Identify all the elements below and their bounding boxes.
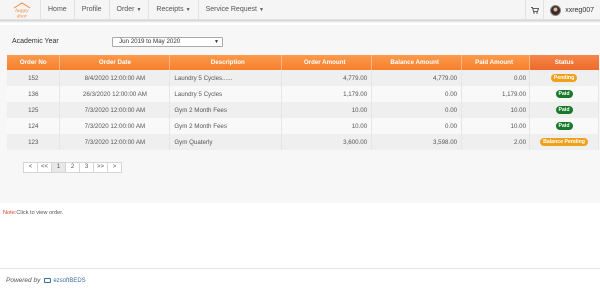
cell-desc: Gym Quaterly (169, 134, 283, 150)
cell-amount: 10.00 (281, 118, 373, 134)
cell-date: 26/3/2020 12:00:00 AM (59, 86, 171, 102)
cell-balance: 3,598.00 (371, 134, 463, 150)
cell-status: Paid (529, 86, 599, 102)
cell-status: Paid (529, 118, 599, 134)
cell-amount: 1,179.00 (281, 86, 373, 102)
page-button[interactable]: 3 (79, 162, 95, 173)
username: xxreg007 (565, 6, 594, 14)
nav-item-home[interactable]: Home (40, 0, 74, 20)
footer-divider (0, 268, 600, 269)
caret-down-icon: ▼ (258, 7, 264, 13)
status-badge: Balance Pending (540, 138, 588, 146)
page-button[interactable]: > (107, 162, 123, 173)
cell-no: 152 (7, 70, 61, 86)
nav-item-receipts[interactable]: Receipts ▼ (148, 0, 197, 20)
cell-paid: 10.00 (461, 118, 531, 134)
nav-item-order[interactable]: Order ▼ (108, 0, 149, 20)
table-row[interactable]: 152 8/4/2020 12:00:00 AM Laundry 5 Cycles.… (7, 70, 599, 86)
cart-icon[interactable] (525, 0, 543, 20)
top-navbar: happy door Home Profile Order ▼ Receipts ▼ Ser… (0, 0, 600, 20)
cell-paid: 1,179.00 (461, 86, 531, 102)
cell-balance: 4,779.00 (371, 70, 463, 86)
navbar-shadow (0, 20, 600, 23)
brand-line2: door (17, 14, 28, 19)
table-header-row: Order No Order Date Description Order Amoun… (7, 55, 599, 70)
nav-item-label: Home (48, 6, 67, 13)
brand-logo[interactable]: happy door (8, 2, 36, 20)
status-badge: Paid (555, 122, 573, 130)
footer-logo[interactable]: ezsoftBEDS (44, 277, 86, 284)
page-button[interactable]: 2 (65, 162, 81, 173)
page-button[interactable]: << (37, 162, 53, 173)
column-header[interactable]: Order Date (59, 55, 171, 70)
note-prefix: Note: (3, 210, 17, 216)
cell-amount: 3,600.00 (281, 134, 373, 150)
table-row[interactable]: 136 26/3/2020 12:00:00 AM Laundry 5 Cycles… (7, 86, 599, 102)
cell-no: 125 (7, 102, 61, 118)
cell-no: 123 (7, 134, 61, 150)
cell-date: 7/3/2020 12:00:00 AM (59, 134, 171, 150)
user-menu[interactable]: xxreg007 (543, 0, 600, 20)
note-body: Click to view order. (16, 210, 64, 216)
column-header[interactable]: Status (529, 55, 599, 70)
cell-paid: 10.00 (461, 102, 531, 118)
column-header[interactable]: Order No (7, 55, 61, 70)
orders-panel: Academic Year Jun 2019 to May 2020 ▼ Ord… (0, 25, 600, 203)
page-button[interactable]: < (23, 162, 38, 173)
nav-item-label: Profile (81, 6, 102, 13)
cell-no: 124 (7, 118, 61, 134)
status-badge: Paid (555, 106, 573, 114)
table-row[interactable]: 124 7/3/2020 12:00:00 AM Gym 2 Month Fees 1… (7, 118, 599, 134)
cell-status: Paid (529, 102, 599, 118)
column-header[interactable]: Description (169, 55, 283, 70)
cell-amount: 10.00 (281, 102, 373, 118)
caret-down-icon: ▼ (136, 7, 142, 13)
pagination: < << 1 2 3 >> > (23, 162, 123, 173)
nav-item-profile[interactable]: Profile (73, 0, 109, 20)
cell-balance: 0.00 (371, 118, 463, 134)
orders-table: Order No Order Date Description Order Amoun… (7, 55, 599, 150)
page-button[interactable]: >> (93, 162, 109, 173)
cell-desc: Gym 2 Month Fees (169, 102, 283, 118)
cell-paid: 2.00 (461, 134, 531, 150)
column-header[interactable]: Order Amount (281, 55, 373, 70)
cell-desc: Gym 2 Month Fees (169, 118, 283, 134)
status-badge: Pending (550, 74, 578, 82)
cell-date: 7/3/2020 12:00:00 AM (59, 118, 171, 134)
nav-item-label: Order (116, 6, 135, 13)
academic-year-label: Academic Year (12, 38, 59, 45)
cell-no: 136 (7, 86, 61, 102)
cell-date: 8/4/2020 12:00:00 AM (59, 70, 171, 86)
nav-item-label: Receipts (156, 6, 184, 13)
academic-year-select[interactable]: Jun 2019 to May 2020 ▼ (112, 37, 223, 47)
powered-by-label: Powered by (6, 277, 41, 284)
status-badge: Paid (555, 90, 573, 98)
page-button[interactable]: 1 (51, 162, 67, 173)
academic-year-value: Jun 2019 to May 2020 (119, 38, 181, 45)
cell-balance: 0.00 (371, 86, 463, 102)
cell-status: Balance Pending (529, 134, 599, 150)
nav-item-label: Service Request (205, 6, 257, 13)
table-row[interactable]: 125 7/3/2020 12:00:00 AM Gym 2 Month Fees 1… (7, 102, 599, 118)
table-row[interactable]: 123 7/3/2020 12:00:00 AM Gym Quaterly 3,600… (7, 134, 599, 150)
chevron-down-icon: ▼ (214, 39, 219, 45)
column-header[interactable]: Paid Amount (461, 55, 531, 70)
note-text: Note:Click to view order. (3, 210, 63, 216)
nav-item-service-request[interactable]: Service Request ▼ (197, 0, 271, 20)
cell-balance: 0.00 (371, 102, 463, 118)
cell-desc: Laundry 5 Cycles...... (169, 70, 283, 86)
avatar (550, 4, 562, 16)
caret-down-icon: ▼ (185, 7, 191, 13)
cell-desc: Laundry 5 Cycles (169, 86, 283, 102)
cell-amount: 4,779.00 (281, 70, 373, 86)
footer-logo-text: ezsoftBEDS (53, 277, 86, 284)
cell-date: 7/3/2020 12:00:00 AM (59, 102, 171, 118)
cell-paid: 0.00 (461, 70, 531, 86)
footer-logo-icon (44, 278, 52, 283)
footer: Powered by ezsoftBEDS (6, 277, 86, 284)
cell-status: Pending (529, 70, 599, 86)
column-header[interactable]: Balance Amount (371, 55, 463, 70)
